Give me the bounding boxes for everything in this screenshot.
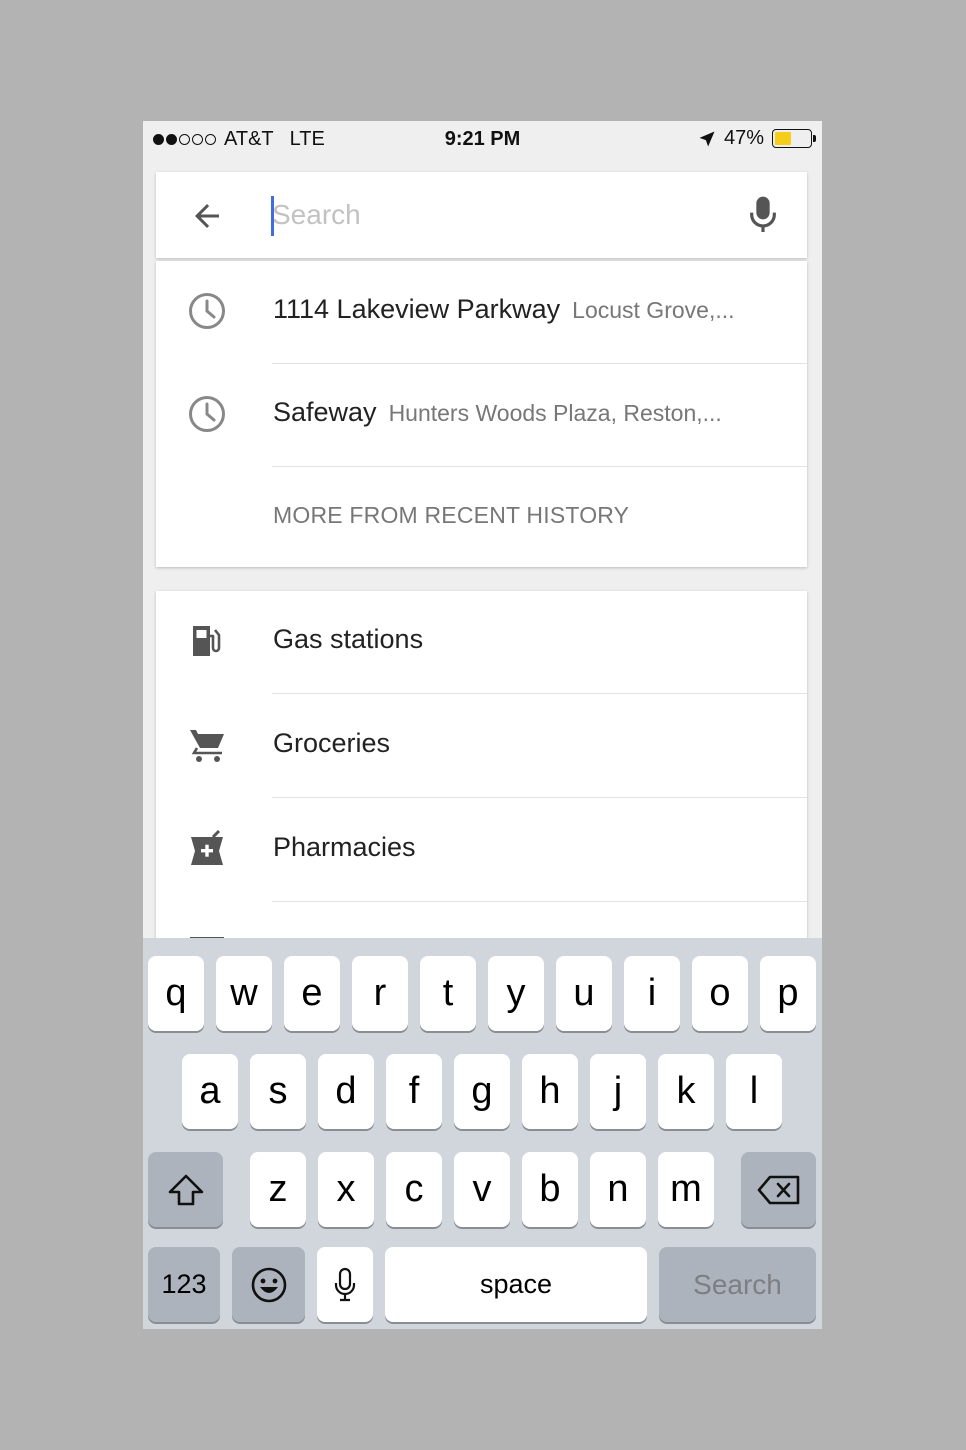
shopping-cart-icon <box>190 730 224 762</box>
divider <box>272 466 807 467</box>
battery-percentage: 47% <box>723 127 764 149</box>
key-i[interactable]: i <box>624 956 680 1031</box>
search-input[interactable] <box>272 192 732 238</box>
battery-tip <box>813 135 816 142</box>
divider <box>272 693 807 694</box>
search-return-key[interactable]: Search <box>659 1247 816 1322</box>
key-q[interactable]: q <box>148 956 204 1031</box>
category-label-text: Pharmacies <box>273 832 416 862</box>
category-label-text: Groceries <box>273 728 391 758</box>
numbers-key[interactable]: 123 <box>148 1247 220 1322</box>
microphone-icon <box>334 1267 356 1301</box>
shift-key[interactable] <box>148 1152 223 1227</box>
recent-item-title: Safeway <box>273 397 377 427</box>
key-x[interactable]: x <box>318 1152 374 1227</box>
shift-icon <box>168 1174 203 1205</box>
pharmacy-icon <box>191 829 223 865</box>
space-key[interactable]: space <box>385 1247 647 1322</box>
emoji-icon <box>251 1267 286 1302</box>
key-h[interactable]: h <box>522 1054 578 1129</box>
recent-item-subtitle: Hunters Woods Plaza, Reston,... <box>388 400 722 426</box>
key-n[interactable]: n <box>590 1152 646 1227</box>
on-screen-keyboard: q w e r t y u i o p a s d f g h j k l z … <box>143 938 822 1329</box>
key-z[interactable]: z <box>250 1152 306 1227</box>
key-l[interactable]: l <box>726 1054 782 1129</box>
status-right: 47% <box>698 127 816 150</box>
dictation-key[interactable] <box>317 1247 373 1322</box>
battery-fill <box>775 132 791 145</box>
emoji-key[interactable] <box>232 1247 305 1322</box>
recent-history-list: 1114 Lakeview Parkway Locust Grove,... Sa… <box>156 261 807 567</box>
key-v[interactable]: v <box>454 1152 510 1227</box>
key-m[interactable]: m <box>658 1152 714 1227</box>
key-e[interactable]: e <box>284 956 340 1031</box>
category-label: Pharmacies <box>273 832 777 863</box>
key-k[interactable]: k <box>658 1054 714 1129</box>
history-clock-icon <box>189 396 225 432</box>
key-j[interactable]: j <box>590 1054 646 1129</box>
divider <box>272 901 807 902</box>
key-a[interactable]: a <box>182 1054 238 1129</box>
key-w[interactable]: w <box>216 956 272 1031</box>
recent-item-subtitle: Locust Grove,... <box>572 297 735 323</box>
key-f[interactable]: f <box>386 1054 442 1129</box>
key-u[interactable]: u <box>556 956 612 1031</box>
category-label: Gas stations <box>273 624 777 655</box>
key-s[interactable]: s <box>250 1054 306 1129</box>
key-c[interactable]: c <box>386 1152 442 1227</box>
key-g[interactable]: g <box>454 1054 510 1129</box>
recent-item[interactable]: Safeway Hunters Woods Plaza, Reston,... <box>156 364 807 467</box>
key-y[interactable]: y <box>488 956 544 1031</box>
battery-icon <box>772 129 816 148</box>
recent-item-text: 1114 Lakeview Parkway Locust Grove,... <box>273 294 777 325</box>
key-r[interactable]: r <box>352 956 408 1031</box>
category-item-groceries[interactable]: Groceries <box>156 695 807 798</box>
divider <box>272 797 807 798</box>
recent-item-title: 1114 Lakeview Parkway <box>273 294 561 324</box>
key-d[interactable]: d <box>318 1054 374 1129</box>
recent-item[interactable]: 1114 Lakeview Parkway Locust Grove,... <box>156 261 807 364</box>
category-label: Groceries <box>273 728 777 759</box>
key-o[interactable]: o <box>692 956 748 1031</box>
backspace-key[interactable] <box>741 1152 816 1227</box>
category-label-text: Gas stations <box>273 624 424 654</box>
key-b[interactable]: b <box>522 1152 578 1227</box>
phone-screen: AT&T LTE 9:21 PM 47% Search 1114 Lakevie… <box>143 121 822 1329</box>
recent-item-text: Safeway Hunters Woods Plaza, Reston,... <box>273 397 777 428</box>
status-bar: AT&T LTE 9:21 PM 47% <box>143 121 822 159</box>
history-clock-icon <box>189 293 225 329</box>
category-item-gas-stations[interactable]: Gas stations <box>156 591 807 694</box>
arrow-left-icon[interactable] <box>189 198 225 234</box>
key-t[interactable]: t <box>420 956 476 1031</box>
microphone-icon[interactable] <box>747 194 779 234</box>
location-arrow-icon <box>699 131 715 146</box>
category-item-pharmacies[interactable]: Pharmacies <box>156 799 807 902</box>
text-caret <box>271 196 274 236</box>
key-p[interactable]: p <box>760 956 816 1031</box>
backspace-icon <box>757 1175 799 1204</box>
more-recent-history-button[interactable]: MORE FROM RECENT HISTORY <box>273 502 629 529</box>
gas-station-icon <box>193 626 221 656</box>
search-bar <box>156 172 807 258</box>
